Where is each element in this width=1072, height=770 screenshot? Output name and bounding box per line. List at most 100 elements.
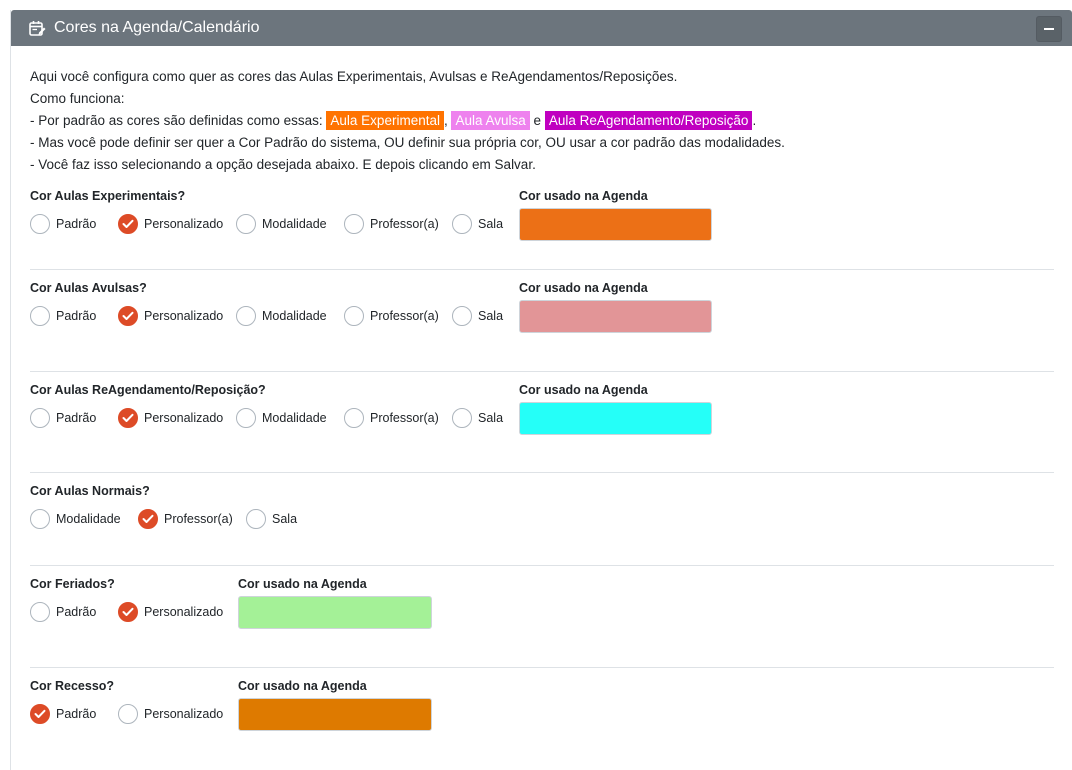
radio-label: Padrão [56,605,97,619]
radio-option[interactable]: Personalizado [118,602,236,622]
radio-option[interactable]: Professor(a) [138,509,246,529]
radio-label: Sala [478,217,504,231]
radio-group: Padrão Personalizado Modalidade Professor(a… [30,214,508,234]
color-label: Cor usado na Agenda [238,577,367,591]
radio-unchecked-icon[interactable] [30,602,50,622]
radio-unchecked-icon[interactable] [118,704,138,724]
radio-unchecked-icon[interactable] [344,408,364,428]
color-picker-group: Cor usado na Agenda [519,189,712,241]
radio-group: Padrão Personalizado Modalidade Professor(a… [30,408,508,428]
radio-option[interactable]: Padrão [30,408,118,428]
radio-checked-icon[interactable] [30,704,50,724]
radio-label: Modalidade [262,309,327,323]
radio-checked-icon[interactable] [118,306,138,326]
color-picker-group: Cor usado na Agenda [519,281,712,333]
radio-group: Padrão Personalizado [30,704,236,724]
color-label: Cor usado na Agenda [519,281,648,295]
section-5: Cor Recesso? Padrão Personalizado Cor usado… [30,668,1054,758]
radio-checked-icon[interactable] [138,509,158,529]
minus-icon [1044,28,1054,30]
card-body: Aqui você configura como quer as cores d… [11,46,1072,758]
radio-option[interactable]: Padrão [30,704,118,724]
radio-unchecked-icon[interactable] [452,408,472,428]
radio-option[interactable]: Professor(a) [344,306,452,326]
radio-option[interactable]: Sala [452,214,508,234]
radio-label: Professor(a) [164,512,233,526]
color-swatch-input[interactable] [238,698,432,731]
radio-label: Sala [272,512,298,526]
radio-unchecked-icon[interactable] [30,306,50,326]
radio-label: Personalizado [144,217,224,231]
section-title: Cor Aulas Normais? [30,484,150,498]
radio-unchecked-icon[interactable] [236,408,256,428]
radio-option[interactable]: Sala [246,509,302,529]
color-label: Cor usado na Agenda [519,383,648,397]
color-label: Cor usado na Agenda [238,679,367,693]
card-header: Cores na Agenda/Calendário [11,10,1072,46]
radio-label: Modalidade [262,411,327,425]
radio-label: Sala [478,411,504,425]
radio-label: Personalizado [144,411,224,425]
section-1: Cor Aulas Avulsas? Padrão Personalizado Mod… [30,270,1054,372]
radio-option[interactable]: Modalidade [236,214,344,234]
section-title: Cor Recesso? [30,679,115,693]
radio-option[interactable]: Sala [452,408,508,428]
radio-checked-icon[interactable] [118,602,138,622]
radio-unchecked-icon[interactable] [452,214,472,234]
color-picker-group: Cor usado na Agenda [238,577,432,629]
color-swatch-input[interactable] [238,596,432,629]
color-swatch-input[interactable] [519,300,712,333]
radio-checked-icon[interactable] [118,214,138,234]
radio-label: Modalidade [262,217,327,231]
card-title: Cores na Agenda/Calendário [54,19,260,36]
radio-label: Personalizado [144,309,224,323]
radio-label: Professor(a) [370,309,439,323]
radio-option[interactable]: Sala [452,306,508,326]
color-swatch-input[interactable] [519,208,712,241]
radio-option[interactable]: Modalidade [236,408,344,428]
radio-label: Modalidade [56,512,121,526]
radio-group: Padrão Personalizado Modalidade Professor(a… [30,306,508,326]
section-title: Cor Aulas Experimentais? [30,189,186,203]
radio-option[interactable]: Modalidade [236,306,344,326]
radio-unchecked-icon[interactable] [30,509,50,529]
radio-option[interactable]: Professor(a) [344,214,452,234]
intro-text: Aqui você configura como quer as cores d… [30,66,1054,176]
radio-group: Padrão Personalizado [30,602,236,622]
color-picker-group: Cor usado na Agenda [519,383,712,435]
radio-label: Padrão [56,217,97,231]
collapse-button[interactable] [1036,16,1062,42]
radio-checked-icon[interactable] [118,408,138,428]
radio-option[interactable]: Modalidade [30,509,138,529]
radio-unchecked-icon[interactable] [246,509,266,529]
radio-option[interactable]: Padrão [30,602,118,622]
radio-option[interactable]: Personalizado [118,214,236,234]
color-swatch-input[interactable] [519,402,712,435]
radio-label: Personalizado [144,707,224,721]
color-label: Cor usado na Agenda [519,189,648,203]
radio-option[interactable]: Professor(a) [344,408,452,428]
radio-unchecked-icon[interactable] [236,214,256,234]
intro-line-2: Como funciona: [30,91,125,106]
section-4: Cor Feriados? Padrão Personalizado Cor usad… [30,566,1054,668]
section-title: Cor Aulas ReAgendamento/Reposição? [30,383,266,397]
radio-option[interactable]: Padrão [30,306,118,326]
radio-unchecked-icon[interactable] [30,214,50,234]
radio-unchecked-icon[interactable] [236,306,256,326]
radio-label: Personalizado [144,605,224,619]
radio-option[interactable]: Padrão [30,214,118,234]
intro-line-5: - Você faz isso selecionando a opção des… [30,157,536,172]
section-0: Cor Aulas Experimentais? Padrão Personaliz… [30,178,1054,270]
radio-option[interactable]: Personalizado [118,408,236,428]
radio-unchecked-icon[interactable] [452,306,472,326]
radio-unchecked-icon[interactable] [30,408,50,428]
radio-option[interactable]: Personalizado [118,306,236,326]
radio-option[interactable]: Personalizado [118,704,236,724]
section-3: Cor Aulas Normais? Modalidade Professor(a)… [30,473,1054,566]
intro-line-3-suffix: . [752,113,757,128]
radio-label: Padrão [56,309,97,323]
intro-line-3-prefix: - Por padrão as cores são definidas como… [30,113,327,128]
radio-label: Padrão [56,707,97,721]
radio-unchecked-icon[interactable] [344,214,364,234]
radio-unchecked-icon[interactable] [344,306,364,326]
